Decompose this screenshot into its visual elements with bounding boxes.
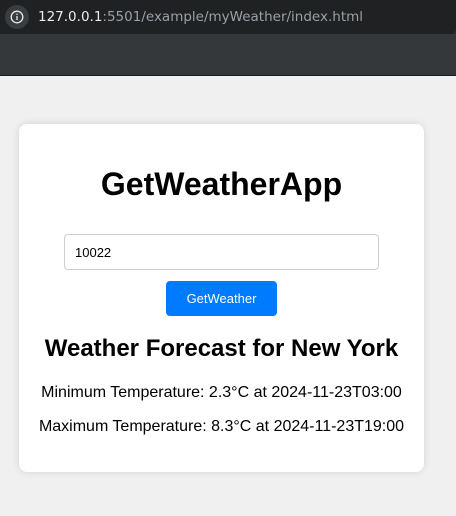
zip-code-input[interactable] bbox=[64, 234, 379, 270]
url-host: 127.0.0.1 bbox=[38, 9, 103, 25]
weather-card: GetWeatherApp GetWeather Weather Forecas… bbox=[19, 124, 424, 472]
browser-chrome: 127.0.0.1:5501/example/myWeather/index.h… bbox=[0, 0, 456, 76]
app-title: GetWeatherApp bbox=[100, 166, 343, 202]
address-bar[interactable]: 127.0.0.1:5501/example/myWeather/index.h… bbox=[0, 0, 456, 34]
info-circle-icon[interactable] bbox=[5, 5, 29, 29]
forecast-heading: Weather Forecast for New York bbox=[44, 335, 399, 362]
min-temperature-text: Minimum Temperature: 2.3°C at 2024-11-23… bbox=[41, 384, 402, 401]
max-temperature-text: Maximum Temperature: 8.3°C at 2024-11-23… bbox=[38, 418, 405, 435]
url-path: :5501/example/myWeather/index.html bbox=[102, 9, 364, 25]
chrome-divider bbox=[0, 75, 456, 76]
bookmarks-toolbar bbox=[0, 34, 456, 75]
get-weather-button[interactable]: GetWeather bbox=[166, 281, 277, 316]
url-text[interactable]: 127.0.0.1:5501/example/myWeather/index.h… bbox=[38, 8, 363, 26]
